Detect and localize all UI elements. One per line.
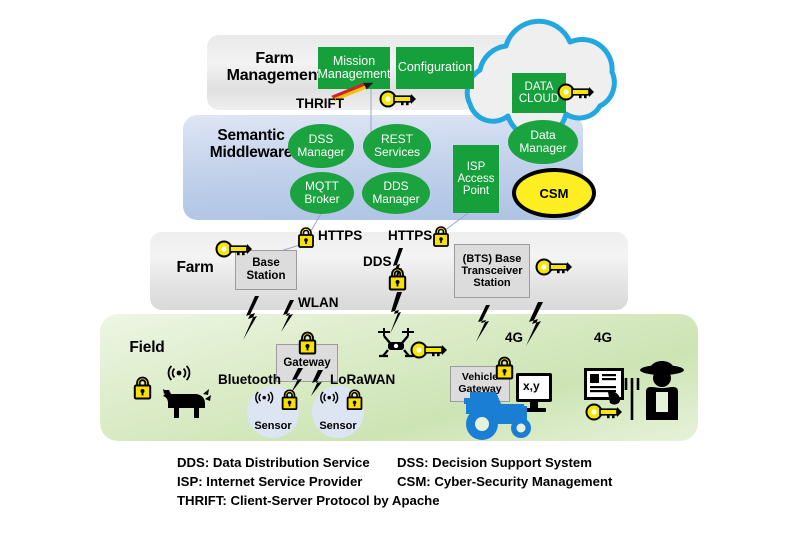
node-rest-services-line2: Services — [373, 145, 420, 159]
node-data-manager[interactable]: Data Manager — [508, 120, 578, 164]
label-bluetooth: Bluetooth — [218, 372, 281, 387]
label-https-right: HTTPS — [388, 228, 433, 243]
block-isp-access-point[interactable]: ISP Access Point — [453, 145, 499, 213]
layer-label-farm-management-line1: Farm — [255, 50, 294, 67]
block-vehicle-gateway-line2: Gateway — [458, 383, 502, 395]
node-dss-manager[interactable]: DSS Manager — [288, 124, 354, 168]
node-rest-services[interactable]: REST Services — [363, 124, 431, 168]
block-bts-line1: (BTS) Base — [462, 252, 522, 265]
block-gateway-label: Gateway — [283, 356, 331, 369]
node-sensor-1-label: Sensor — [254, 420, 292, 432]
block-configuration[interactable]: Configuration — [396, 47, 474, 89]
block-base-station[interactable]: Base Station — [235, 250, 297, 290]
block-bts[interactable]: (BTS) Base Transceiver Station — [454, 244, 530, 298]
block-configuration-label: Configuration — [397, 60, 473, 75]
block-isp-line1: ISP — [466, 160, 486, 173]
node-mqtt-broker[interactable]: MQTT Broker — [290, 172, 354, 214]
label-coordinates: x,y — [523, 379, 540, 393]
layer-label-field: Field — [118, 339, 176, 357]
legend-row-2-right: CSM: Cyber-Security Management — [397, 474, 613, 489]
diagram-canvas: Farm Management Mission Management Confi… — [0, 0, 800, 533]
block-mission-management[interactable]: Mission Management — [318, 47, 390, 89]
legend-row-2-left: ISP: Internet Service Provider — [177, 474, 363, 489]
label-thrift: THRIFT — [296, 96, 344, 111]
layer-label-farm-line1: Farm — [176, 259, 214, 276]
label-wlan: WLAN — [298, 295, 339, 310]
layer-label-farm-management-line2: Management — [226, 67, 323, 85]
node-dds-manager[interactable]: DDS Manager — [362, 172, 430, 214]
label-4g-left: 4G — [505, 330, 524, 345]
legend-row-1-left: DDS: Data Distribution Service — [177, 455, 370, 470]
node-sensor-1[interactable]: Sensor — [247, 386, 299, 438]
label-lorawan: LoRaWAN — [330, 372, 396, 387]
block-isp-line2: Access — [457, 172, 495, 185]
node-dss-manager-line2: Manager — [297, 145, 345, 159]
label-https-left: HTTPS — [318, 228, 363, 243]
block-data-cloud-line1: DATA — [524, 80, 554, 93]
layer-label-farm-management: Farm Management — [222, 50, 327, 85]
block-vehicle-gateway[interactable]: Vehicle Gateway — [450, 366, 510, 402]
label-dds: DDS — [363, 254, 392, 269]
layer-label-farm: Farm — [166, 259, 224, 277]
block-bts-line2: Transceiver — [461, 264, 523, 277]
node-data-manager-line2: Manager — [519, 141, 567, 155]
block-bts-line3: Station — [473, 277, 511, 290]
block-base-station-line1: Base — [252, 257, 280, 270]
block-base-station-line2: Station — [246, 270, 286, 282]
layer-label-field-line1: Field — [129, 339, 165, 356]
node-csm[interactable]: CSM — [512, 168, 596, 218]
block-mission-management-line2: Management — [317, 67, 391, 81]
legend-row-1-right: DSS: Decision Support System — [397, 455, 592, 470]
block-isp-line3: Point — [462, 185, 490, 198]
block-mission-management-line1: Mission — [332, 53, 376, 68]
legend-row-3-left: THRIFT: Client-Server Protocol by Apache — [177, 493, 440, 508]
node-dds-manager-line2: Manager — [372, 192, 420, 206]
block-data-cloud[interactable]: DATA CLOUD — [512, 73, 566, 113]
block-gateway[interactable]: Gateway — [276, 344, 338, 382]
block-data-cloud-line2: CLOUD — [518, 93, 560, 105]
node-sensor-2[interactable]: Sensor — [312, 386, 364, 438]
node-sensor-2-label: Sensor — [319, 420, 357, 432]
label-4g-right: 4G — [594, 330, 613, 345]
node-csm-label: CSM — [539, 185, 569, 201]
node-mqtt-broker-line2: Broker — [304, 192, 340, 206]
